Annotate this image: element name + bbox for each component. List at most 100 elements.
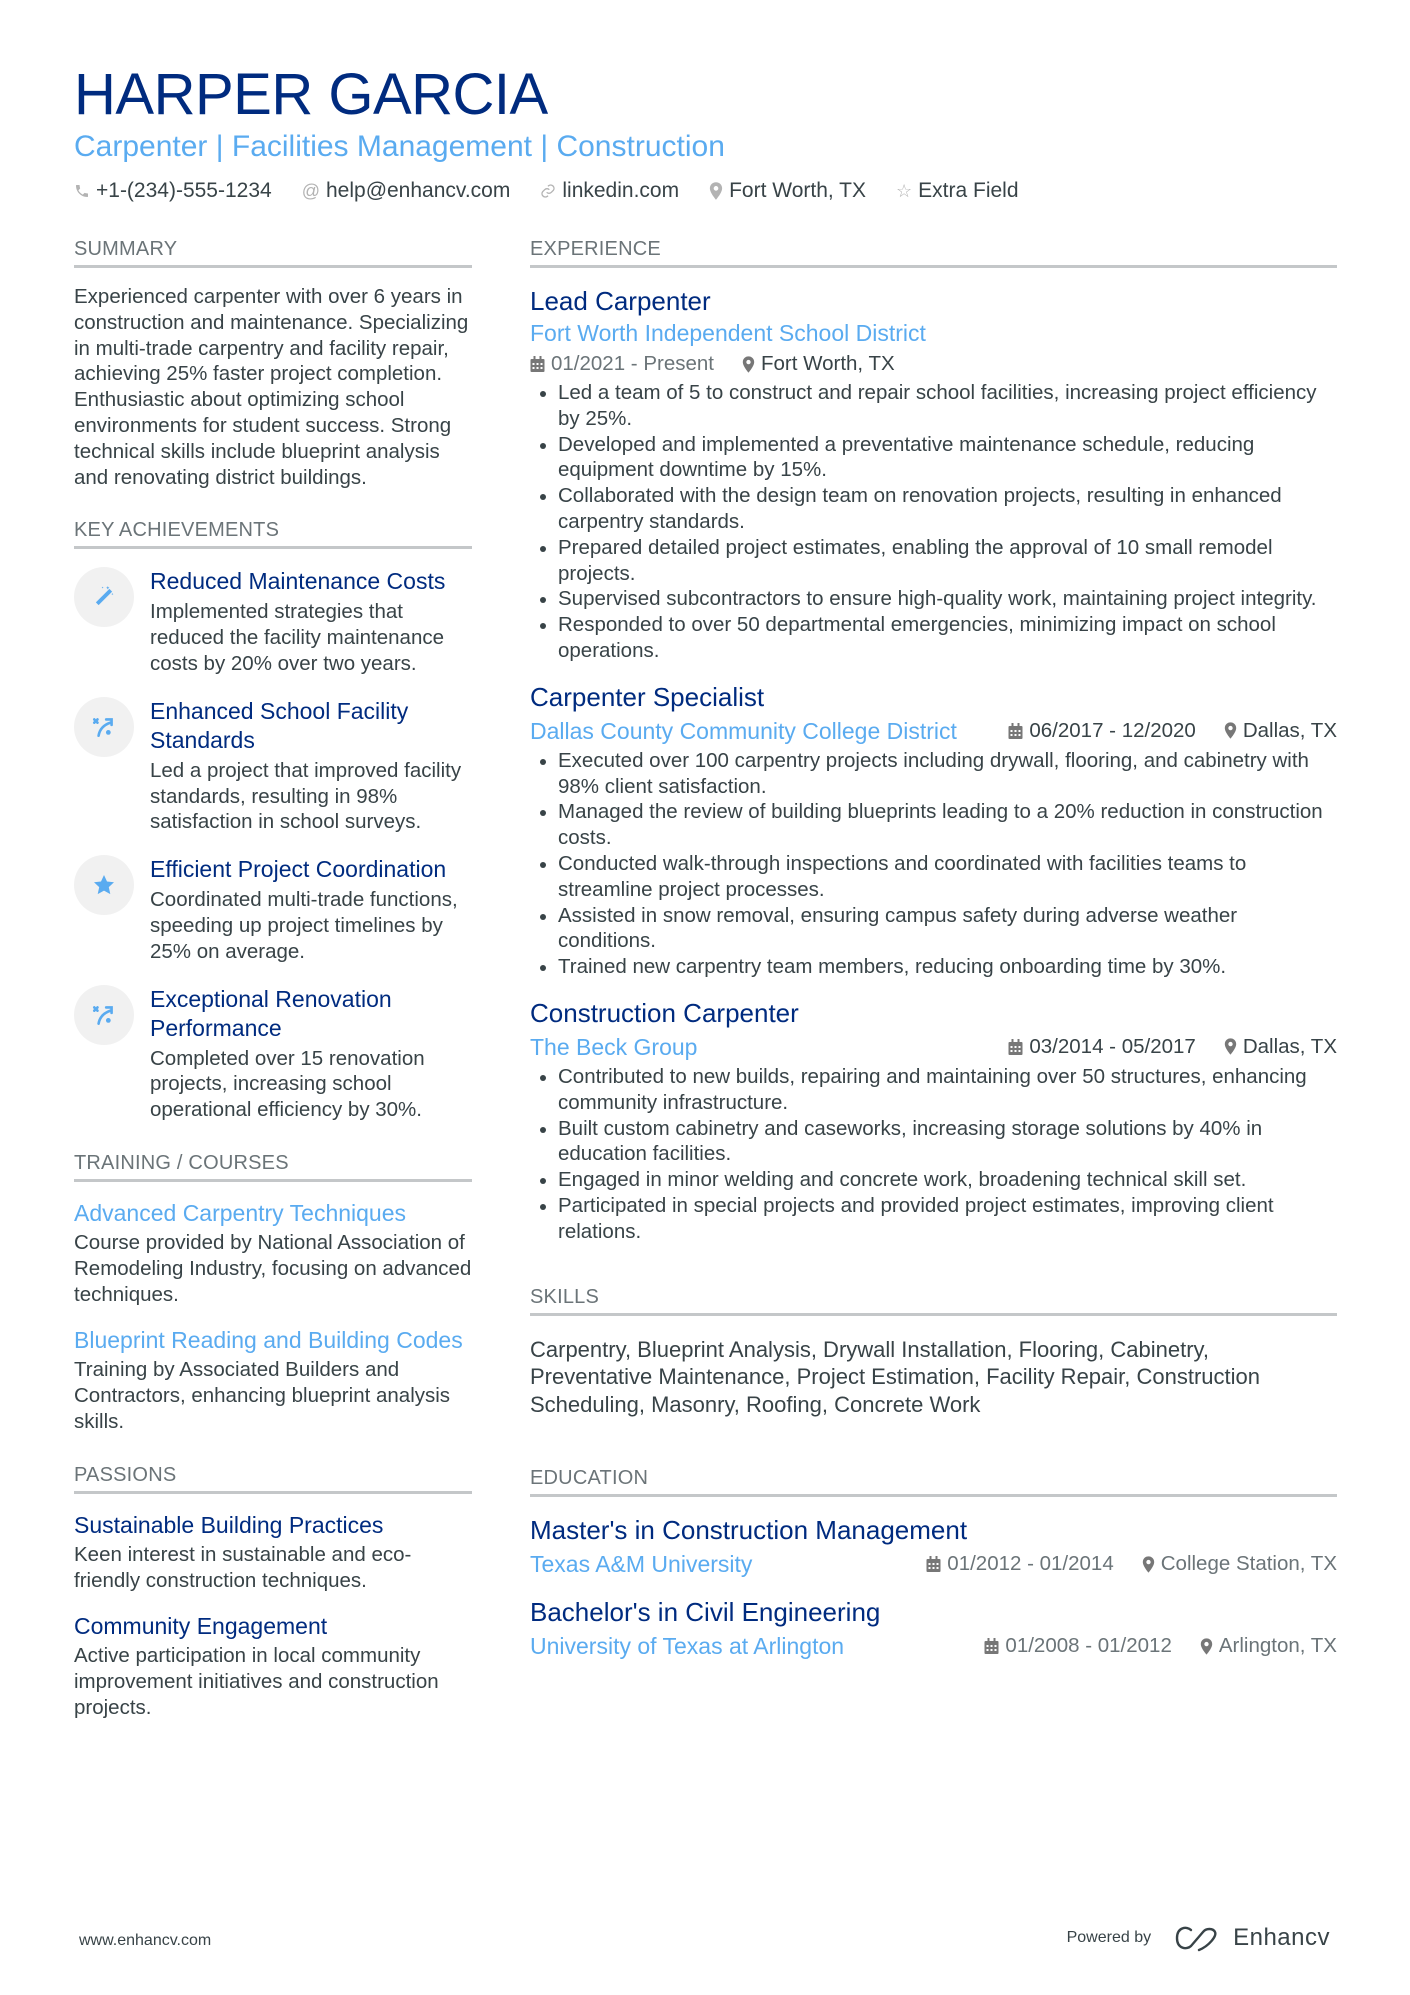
contact-email[interactable]: @ help@enhancv.com	[302, 178, 511, 204]
contact-email-text[interactable]: help@enhancv.com	[326, 178, 510, 204]
section-title-education: EDUCATION	[530, 1466, 1337, 1498]
candidate-headline: Carpenter | Facilities Management | Cons…	[74, 130, 725, 163]
at-icon: @	[301, 181, 320, 201]
strategy-icon	[74, 984, 134, 1045]
footer-branding: Powered by Enhancv	[1067, 1924, 1330, 1952]
job-bullet: Conducted walk-through inspections and c…	[530, 851, 1337, 903]
achievement-item: Efficient Project Coordination Coordinat…	[74, 855, 472, 964]
calendar-icon	[926, 1556, 941, 1573]
education-meta: 01/2008 - 01/2012 Arlington, TX	[984, 1632, 1337, 1660]
job-entry: Construction Carpenter The Beck Group 03…	[530, 996, 1337, 1245]
achievement-item: Reduced Maintenance Costs Implemented st…	[74, 567, 472, 676]
achievements-section: KEY ACHIEVEMENTS Reduced Maintenance Cos…	[74, 518, 472, 1123]
education-dates: 01/2008 - 01/2012	[984, 1632, 1172, 1660]
skills-section: SKILLS Carpentry, Blueprint Analysis, Dr…	[530, 1285, 1337, 1419]
page-footer: www.enhancv.com Powered by Enhancv	[0, 1924, 1410, 1964]
training-title: Blueprint Reading and Building Codes	[74, 1327, 463, 1354]
achievement-item: Enhanced School Facility Standards Led a…	[74, 696, 472, 835]
job-meta: 06/2017 - 12/2020 Dallas, TX	[1008, 717, 1337, 745]
enhancv-logo[interactable]: Enhancv	[1173, 1924, 1330, 1952]
job-bullets: Contributed to new builds, repairing and…	[530, 1064, 1337, 1245]
training-item: Blueprint Reading and Building Codes Tra…	[74, 1325, 472, 1434]
candidate-name: HARPER GARCIA	[74, 62, 548, 127]
job-bullet: Supervised subcontractors to ensure high…	[530, 586, 1337, 612]
job-bullet: Contributed to new builds, repairing and…	[530, 1064, 1337, 1116]
job-bullet: Built custom cabinetry and caseworks, in…	[530, 1116, 1337, 1168]
footer-website[interactable]: www.enhancv.com	[79, 1932, 211, 1950]
job-bullet: Trained new carpentry team members, redu…	[530, 954, 1337, 980]
phone-icon	[74, 183, 90, 199]
contact-extra-text: Extra Field	[918, 179, 1019, 202]
degree-title: Master's in Construction Management	[530, 1515, 968, 1546]
training-desc: Course provided by National Association …	[74, 1230, 472, 1306]
contact-location: Fort Worth, TX	[709, 178, 866, 204]
achievement-desc: Coordinated multi-trade functions, speed…	[150, 888, 458, 963]
section-title-achievements: KEY ACHIEVEMENTS	[74, 518, 472, 550]
job-location: Dallas, TX	[1224, 717, 1337, 745]
calendar-icon	[1008, 1038, 1023, 1055]
location-icon	[742, 355, 755, 373]
location-icon	[709, 182, 723, 200]
job-bullets: Executed over 100 carpentry projects inc…	[530, 748, 1337, 980]
job-bullet: Managed the review of building blueprint…	[530, 799, 1337, 851]
strategy-icon	[74, 696, 134, 757]
contact-extra: ☆ Extra Field	[896, 178, 1019, 204]
job-bullets: Led a team of 5 to construct and repair …	[530, 380, 1337, 664]
job-location: Fort Worth, TX	[742, 350, 895, 378]
job-bullet: Collaborated with the design team on ren…	[530, 483, 1337, 535]
calendar-icon	[530, 356, 545, 372]
education-item: Master's in Construction Management Texa…	[530, 1513, 1337, 1579]
passions-section: PASSIONS Sustainable Building Practices …	[74, 1463, 472, 1721]
passion-desc: Active participation in local community …	[74, 1644, 439, 1719]
brand-name: Enhancv	[1233, 1924, 1330, 1951]
training-desc: Training by Associated Builders and Cont…	[74, 1358, 451, 1433]
achievement-title: Efficient Project Coordination	[150, 856, 447, 883]
job-bullet: Assisted in snow removal, ensuring campu…	[530, 903, 1337, 955]
education-item: Bachelor's in Civil Engineering Universi…	[530, 1595, 1337, 1661]
passion-title: Community Engagement	[74, 1613, 328, 1640]
achievement-item: Exceptional Renovation Performance Compl…	[74, 984, 472, 1123]
skills-text: Carpentry, Blueprint Analysis, Drywall I…	[530, 1336, 1260, 1417]
job-bullet: Executed over 100 carpentry projects inc…	[530, 748, 1337, 800]
left-column: SUMMARY Experienced carpenter with over …	[74, 237, 472, 1749]
job-location: Dallas, TX	[1224, 1033, 1337, 1061]
enhancv-logo-icon	[1175, 1926, 1217, 1952]
star-icon: ☆	[896, 181, 913, 201]
summary-text: Experienced carpenter with over 6 years …	[74, 285, 469, 489]
job-bullet: Led a team of 5 to construct and repair …	[530, 380, 1337, 432]
job-title: Carpenter Specialist	[530, 681, 765, 712]
contact-phone-text: +1-(234)-555-1234	[96, 179, 272, 202]
job-title: Construction Carpenter	[530, 997, 799, 1028]
calendar-icon	[1008, 722, 1023, 739]
contact-location-text: Fort Worth, TX	[729, 179, 867, 202]
link-icon	[540, 183, 556, 199]
section-title-experience: EXPERIENCE	[530, 237, 1337, 268]
experience-section: EXPERIENCE Lead Carpenter Fort Worth Ind…	[530, 237, 1337, 1245]
contact-phone: +1-(234)-555-1234	[74, 178, 272, 204]
passion-title: Sustainable Building Practices	[74, 1511, 384, 1538]
education-location: Arlington, TX	[1200, 1632, 1337, 1660]
education-section: EDUCATION Master's in Construction Manag…	[530, 1466, 1337, 1661]
contact-linkedin-text[interactable]: linkedin.com	[562, 178, 679, 204]
job-bullet: Participated in special projects and pro…	[530, 1193, 1337, 1245]
contact-linkedin[interactable]: linkedin.com	[540, 178, 679, 204]
school-name: University of Texas at Arlington	[530, 1633, 845, 1660]
job-entry: Carpenter Specialist Dallas County Commu…	[530, 680, 1337, 980]
job-bullet: Developed and implemented a preventative…	[530, 432, 1337, 484]
school-name: Texas A&M University	[530, 1551, 753, 1578]
training-item: Advanced Carpentry Techniques Course pro…	[74, 1198, 472, 1307]
achievement-desc: Led a project that improved facility sta…	[150, 758, 462, 834]
passion-item: Sustainable Building Practices Keen inte…	[74, 1510, 472, 1594]
achievement-desc: Completed over 15 renovation projects, i…	[150, 1046, 425, 1122]
job-title: Lead Carpenter	[530, 286, 711, 316]
location-icon	[1224, 1038, 1237, 1056]
education-meta: 01/2012 - 01/2014 College Station, TX	[926, 1550, 1337, 1578]
job-company: The Beck Group	[530, 1033, 698, 1060]
achievement-title: Exceptional Renovation Performance	[150, 985, 392, 1041]
job-meta: 03/2014 - 05/2017 Dallas, TX	[1008, 1033, 1337, 1061]
right-column: EXPERIENCE Lead Carpenter Fort Worth Ind…	[530, 237, 1337, 1689]
calendar-icon	[984, 1638, 999, 1655]
degree-title: Bachelor's in Civil Engineering	[530, 1597, 881, 1628]
job-bullet: Engaged in minor welding and concrete wo…	[530, 1167, 1337, 1193]
summary-section: SUMMARY Experienced carpenter with over …	[74, 237, 472, 490]
